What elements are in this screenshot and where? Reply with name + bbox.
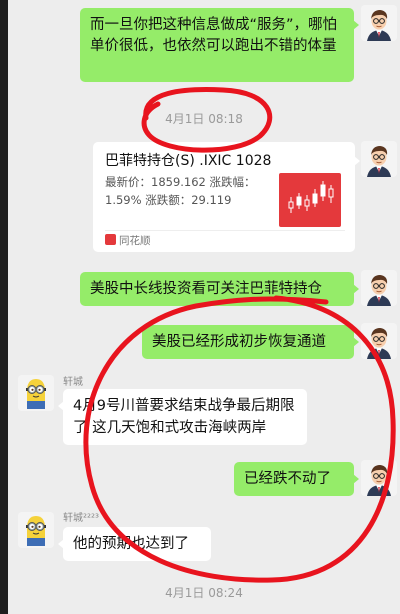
message-bubble-incoming[interactable]: 他的预期也达到了 xyxy=(58,527,211,561)
message-bubble-outgoing[interactable]: 已经跌不动了 xyxy=(234,462,359,496)
timestamp: 4月1日 08:18 xyxy=(165,112,243,126)
contact-avatar[interactable] xyxy=(18,512,54,548)
message-text: 已经跌不动了 xyxy=(244,471,331,487)
card-divider xyxy=(105,230,345,231)
tonghuashun-logo-icon xyxy=(105,234,116,245)
minion-avatar-icon xyxy=(18,512,54,548)
user-avatar[interactable] xyxy=(361,323,397,359)
message-text: 美股已经形成初步恢复通道 xyxy=(152,334,326,350)
minion-avatar-icon xyxy=(18,375,54,411)
message-text: 4月9号川普要求结束战争最后期限了 这几天饱和式攻击海峡两岸 xyxy=(73,398,295,436)
sender-name: 轩城²²²³ xyxy=(63,513,100,524)
cartoon-man-avatar-icon xyxy=(361,270,397,306)
message-text: 美股中长线投资看可关注巴菲特持仓 xyxy=(90,281,322,297)
user-avatar[interactable] xyxy=(361,460,397,496)
cartoon-man-avatar-icon xyxy=(361,5,397,41)
stock-share-card[interactable]: 巴菲特持仓(S) .IXIC 1028 最新价：1859.162 涨跌幅： 1.… xyxy=(93,142,360,252)
card-source-label: 同花顺 xyxy=(119,235,151,247)
card-change-line: 1.59% 涨跌额：29.119 xyxy=(105,193,232,207)
message-bubble-outgoing[interactable]: 而一旦你把这种信息做成“服务”，哪怕单价很低，也依然可以跑出不错的体量 xyxy=(80,8,359,82)
message-bubble-outgoing[interactable]: 美股中长线投资看可关注巴菲特持仓 xyxy=(80,272,359,306)
user-avatar[interactable] xyxy=(361,5,397,41)
candlestick-chart-thumbnail xyxy=(279,173,341,227)
card-source: 同花顺 xyxy=(105,233,151,248)
message-bubble-outgoing[interactable]: 美股已经形成初步恢复通道 xyxy=(142,325,359,359)
sender-name: 轩城 xyxy=(63,377,83,388)
contact-avatar[interactable] xyxy=(18,375,54,411)
message-text: 而一旦你把这种信息做成“服务”，哪怕单价很低，也依然可以跑出不错的体量 xyxy=(90,17,338,54)
card-price-line: 最新价：1859.162 涨跌幅： xyxy=(105,175,256,189)
user-avatar[interactable] xyxy=(361,141,397,177)
chat-window: 而一旦你把这种信息做成“服务”，哪怕单价很低，也依然可以跑出不错的体量 4月1日… xyxy=(8,0,400,614)
user-avatar[interactable] xyxy=(361,270,397,306)
message-text: 他的预期也达到了 xyxy=(73,536,189,552)
cartoon-man-avatar-icon xyxy=(361,323,397,359)
cartoon-man-avatar-icon xyxy=(361,141,397,177)
timestamp: 4月1日 08:24 xyxy=(165,586,243,600)
card-title: 巴菲特持仓(S) .IXIC 1028 xyxy=(105,153,272,169)
message-bubble-incoming[interactable]: 4月9号川普要求结束战争最后期限了 这几天饱和式攻击海峡两岸 xyxy=(58,389,307,445)
candlestick-icon xyxy=(288,181,334,213)
cartoon-man-avatar-icon xyxy=(361,460,397,496)
